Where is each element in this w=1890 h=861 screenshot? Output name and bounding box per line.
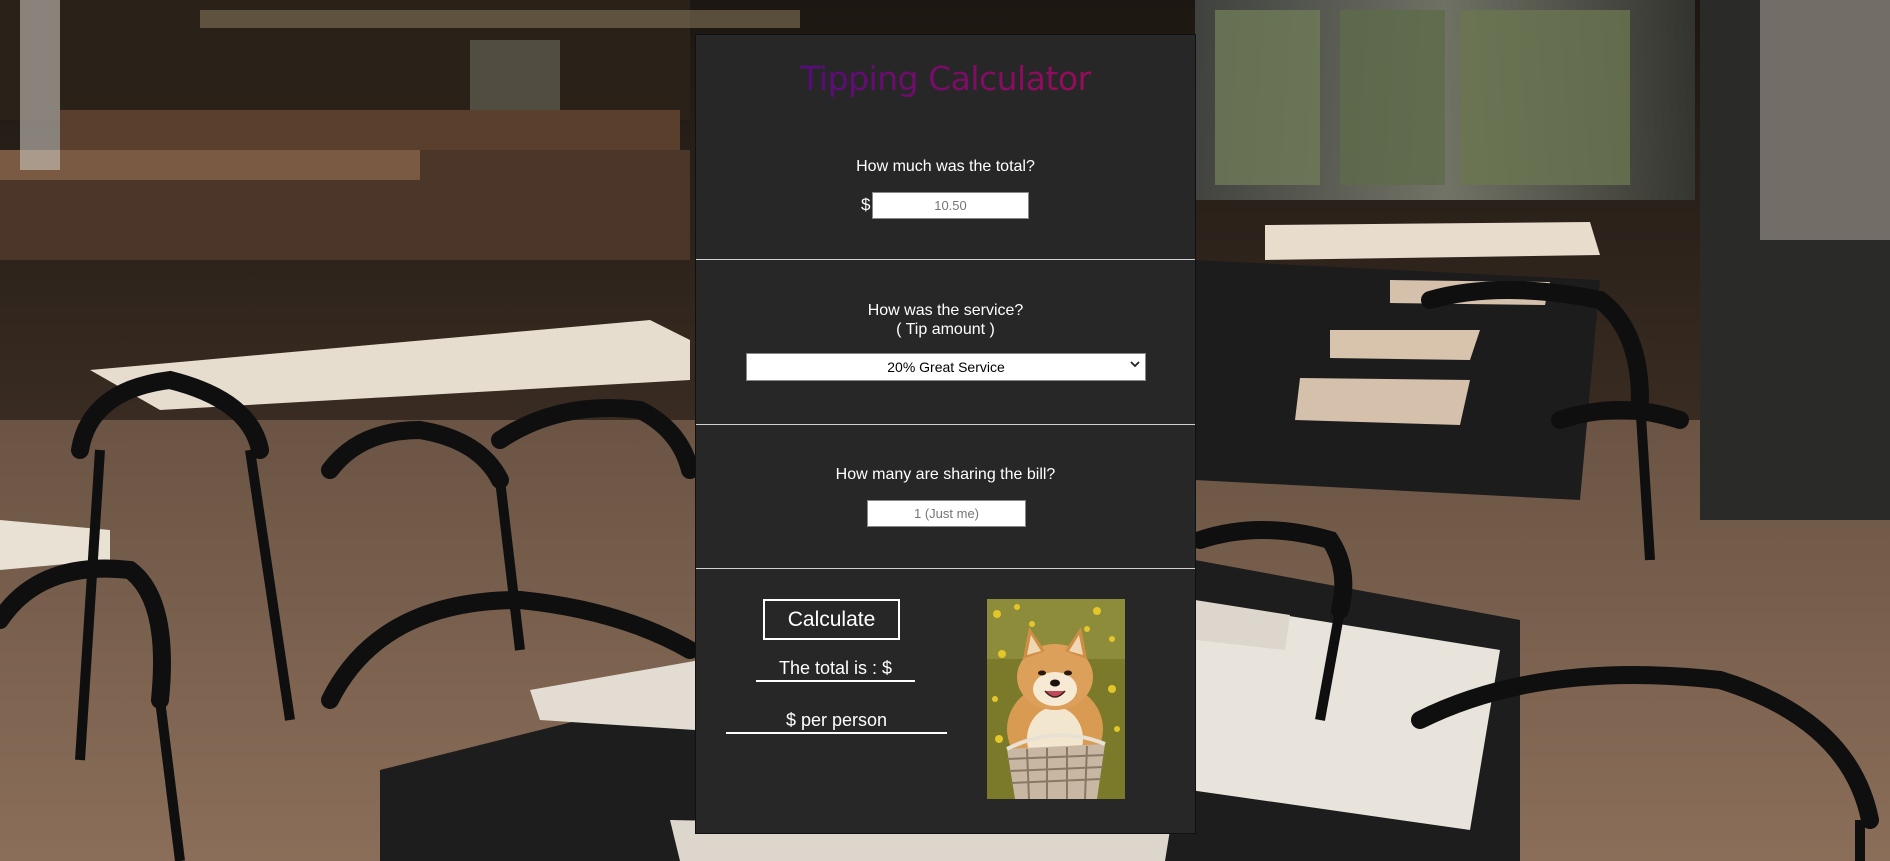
service-quality-select[interactable]: 20% Great Service: [746, 353, 1146, 381]
currency-symbol: $: [861, 195, 871, 214]
tipping-calculator-panel: Tipping Calculator How much was the tota…: [695, 34, 1196, 834]
bill-section: How much was the total? $: [696, 35, 1195, 260]
service-question-subtitle: ( Tip amount ): [896, 321, 995, 338]
service-select-value: 20% Great Service: [887, 359, 1005, 375]
bill-amount-input[interactable]: [872, 192, 1029, 219]
bill-question: How much was the total?: [856, 158, 1035, 175]
per-person-result: $ per person: [726, 710, 947, 734]
service-question: How was the service?: [867, 302, 1024, 319]
people-section: How many are sharing the bill?: [696, 425, 1195, 569]
results-section: Calculate The total is : $ $ per person: [696, 569, 1195, 835]
shiba-dog-image: [987, 599, 1125, 799]
people-question: How many are sharing the bill?: [835, 466, 1056, 483]
people-count-input[interactable]: [867, 500, 1026, 527]
chevron-down-icon: [1130, 358, 1140, 373]
service-section: How was the service? ( Tip amount ) 20% …: [696, 260, 1195, 425]
total-result: The total is : $: [756, 658, 915, 682]
calculate-button[interactable]: Calculate: [763, 599, 900, 640]
